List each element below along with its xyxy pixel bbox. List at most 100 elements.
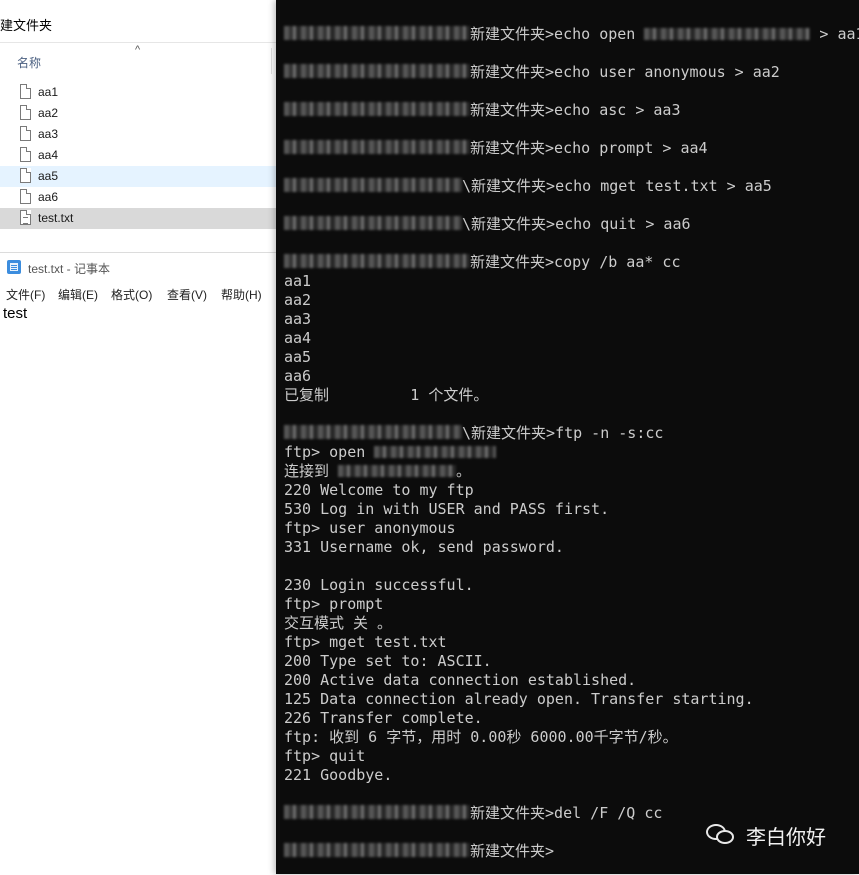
- console-output: 已复制 1 个文件。: [284, 386, 489, 404]
- notepad-icon: [7, 260, 21, 274]
- console-command: echo asc > aa3: [554, 101, 681, 119]
- redacted-path: [284, 140, 470, 154]
- redacted-ip: [644, 27, 811, 40]
- console-output: ftp> quit: [284, 747, 366, 765]
- console-output: 连接到 。: [284, 462, 471, 481]
- file-icon: [20, 168, 31, 183]
- console-output: 交互模式 关 。: [284, 614, 393, 632]
- console-output: 226 Transfer complete.: [284, 709, 483, 727]
- explorer-separator: [0, 42, 276, 43]
- file-icon: [20, 147, 31, 162]
- file-icon: [20, 84, 31, 99]
- console-output: 221 Goodbye.: [284, 766, 393, 784]
- console-command: del /F /Q cc: [554, 804, 663, 822]
- console-output: aa3: [284, 310, 312, 328]
- console-output: 230 Login successful.: [284, 576, 474, 594]
- file-icon: [20, 105, 31, 120]
- console-output: 530 Log in with USER and PASS first.: [284, 500, 610, 518]
- watermark: 李白你好: [706, 820, 826, 850]
- notepad-menubar: 文件(F) 编辑(E) 格式(O) 查看(V) 帮助(H): [0, 283, 276, 303]
- console-output: ftp> prompt: [284, 595, 384, 613]
- console-prompt: \新建文件夹>: [462, 424, 556, 442]
- console-command: echo quit > aa6: [555, 215, 691, 233]
- notepad-title: test.txt - 记事本: [28, 262, 111, 276]
- file-icon: [20, 189, 31, 204]
- console-input-line[interactable]: 新建文件夹>: [284, 842, 554, 861]
- console-prompt: 新建文件夹>: [470, 253, 555, 271]
- notepad-text-area[interactable]: test: [3, 305, 27, 322]
- notepad-window: test.txt - 记事本 文件(F) 编辑(E) 格式(O) 查看(V) 帮…: [0, 252, 276, 875]
- console-command-tail: > aa1: [819, 25, 859, 43]
- file-item-aa3[interactable]: aa3: [0, 124, 276, 145]
- menu-view[interactable]: 查看(V): [167, 286, 207, 303]
- file-item-aa6[interactable]: aa6: [0, 187, 276, 208]
- console-output: 200 Active data connection established.: [284, 671, 637, 689]
- file-name: aa4: [38, 148, 59, 162]
- console-output: 125 Data connection already open. Transf…: [284, 690, 754, 708]
- console-prompt: 新建文件夹>: [470, 842, 555, 860]
- console-output: ftp> open: [284, 443, 497, 462]
- console-prompt: 新建文件夹>: [470, 101, 555, 119]
- file-name: test.txt: [38, 211, 74, 225]
- column-header-name[interactable]: 名称: [17, 54, 41, 71]
- file-name: aa1: [38, 85, 59, 99]
- column-divider[interactable]: [271, 48, 272, 74]
- console-command: echo user anonymous > aa2: [554, 63, 780, 81]
- file-name: aa3: [38, 127, 59, 141]
- console-output: aa4: [284, 329, 312, 347]
- console-line: 新建文件夹>echo asc > aa3: [284, 101, 680, 120]
- notepad-titlebar[interactable]: test.txt - 记事本: [0, 253, 276, 281]
- redacted-ip: [374, 445, 497, 458]
- console-output: 200 Type set to: ASCII.: [284, 652, 492, 670]
- file-item-aa2[interactable]: aa2: [0, 103, 276, 124]
- redacted-path: [284, 216, 462, 230]
- text-file-icon: [20, 210, 31, 225]
- console-command: echo mget test.txt > aa5: [555, 177, 772, 195]
- console-command: echo prompt > aa4: [554, 139, 708, 157]
- console-line: \新建文件夹>echo mget test.txt > aa5: [284, 177, 772, 196]
- console-line: 新建文件夹>echo prompt > aa4: [284, 139, 708, 158]
- menu-format[interactable]: 格式(O): [111, 286, 152, 303]
- file-name: aa5: [38, 169, 59, 183]
- file-item-aa4[interactable]: aa4: [0, 145, 276, 166]
- menu-edit[interactable]: 编辑(E): [58, 286, 98, 303]
- console-line: \新建文件夹>echo quit > aa6: [284, 215, 691, 234]
- redacted-path: [284, 425, 462, 439]
- file-item-aa1[interactable]: aa1: [0, 82, 276, 103]
- console-line: 新建文件夹>copy /b aa* cc: [284, 253, 680, 272]
- redacted-path: [284, 102, 470, 116]
- ftp-output: ftp> open: [284, 443, 366, 461]
- console-output: aa1: [284, 272, 312, 290]
- file-item-aa5[interactable]: aa5: [0, 166, 276, 187]
- redacted-path: [284, 64, 470, 78]
- file-name: aa2: [38, 106, 59, 120]
- console-line: 新建文件夹>echo open > aa1: [284, 25, 859, 44]
- file-list: aa1 aa2 aa3 aa4 aa5 aa6 test.txt: [0, 82, 276, 229]
- ftp-output: 连接到: [284, 462, 330, 480]
- console-prompt: 新建文件夹>: [470, 63, 555, 81]
- menu-file[interactable]: 文件(F): [6, 286, 45, 303]
- file-name: aa6: [38, 190, 59, 204]
- console-line: \新建文件夹>ftp -n -s:cc: [284, 424, 663, 443]
- console-prompt: 新建文件夹>: [470, 139, 555, 157]
- console-line: 新建文件夹>del /F /Q cc: [284, 804, 662, 823]
- redacted-path: [284, 805, 470, 819]
- sort-ascending-icon[interactable]: ^: [135, 44, 140, 56]
- console-prompt: 新建文件夹>: [470, 804, 555, 822]
- console-output: 220 Welcome to my ftp: [284, 481, 474, 499]
- command-prompt-window[interactable]: 新建文件夹>echo open > aa1 新建文件夹>echo user an…: [276, 0, 859, 874]
- console-prompt: 新建文件夹>: [470, 25, 555, 43]
- file-icon: [20, 126, 31, 141]
- watermark-text: 李白你好: [746, 824, 826, 849]
- file-item-test-txt[interactable]: test.txt: [0, 208, 276, 229]
- console-prompt: \新建文件夹>: [462, 215, 556, 233]
- console-output: aa2: [284, 291, 312, 309]
- wechat-icon: [706, 822, 738, 848]
- redacted-path: [284, 178, 462, 192]
- console-line: 新建文件夹>echo user anonymous > aa2: [284, 63, 780, 82]
- menu-help[interactable]: 帮助(H): [221, 286, 262, 303]
- redacted-path: [284, 254, 470, 268]
- console-output: aa5: [284, 348, 312, 366]
- console-output: 331 Username ok, send password.: [284, 538, 564, 556]
- console-output: aa6: [284, 367, 312, 385]
